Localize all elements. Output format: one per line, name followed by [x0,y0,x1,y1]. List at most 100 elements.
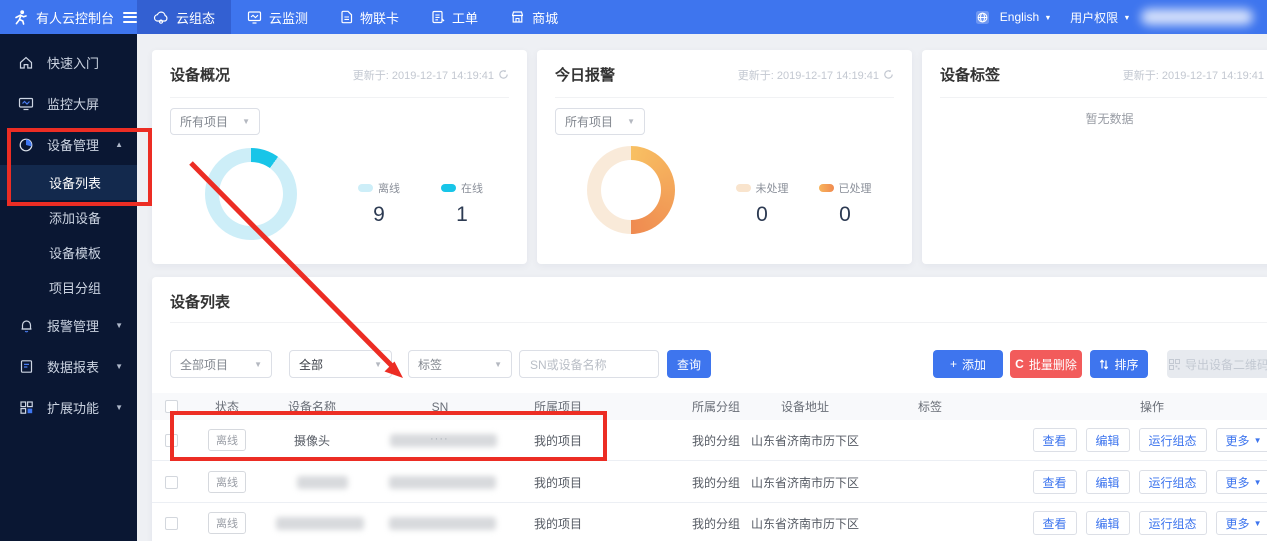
run-scada-button[interactable]: 运行组态 [1139,428,1207,452]
add-button[interactable]: + 添加 [933,350,1003,378]
sidebar-item-label: 扩展功能 [47,398,99,417]
home-icon [18,55,34,70]
caret-down-icon: ▼ [627,117,635,126]
more-button[interactable]: 更多 ▼ [1216,470,1267,494]
select-value: 所有项目 [180,113,228,130]
legend-online: 在线 1 [430,180,494,227]
filter-status-select[interactable]: 全部▼ [289,350,392,378]
language-selector[interactable]: English ▼ [1000,10,1052,24]
sidebar-item-add-device[interactable]: 添加设备 [0,200,137,235]
card-device-overview: 设备概况 更新于: 2019-12-17 14:19:41 所有项目 ▼ 离线 … [152,50,527,264]
caret-down-icon: ▼ [1045,13,1052,21]
button-label: 查看 [1043,432,1067,449]
search-button[interactable]: 查询 [667,350,711,378]
card-today-alarms: 今日报警 更新于: 2019-12-17 14:19:41 所有项目 ▼ 未处理… [537,50,912,264]
tab-label: 云组态 [176,8,215,27]
refresh-icon[interactable] [883,69,894,80]
username-blurred[interactable] [1141,9,1253,25]
legend-offline: 离线 9 [347,180,411,227]
tab-iot-card[interactable]: 物联卡 [324,0,415,34]
edit-button[interactable]: 编辑 [1086,470,1130,494]
qr-code-icon [1169,359,1180,370]
more-button[interactable]: 更多▼ [1216,428,1267,452]
device-tag [880,503,980,541]
card-updated: 更新于: 2019-12-17 14:19:41 [738,67,894,83]
panel-title: 设备列表 [170,291,230,312]
tab-label: 云监测 [269,8,308,27]
sidebar-item-device-template[interactable]: 设备模板 [0,235,137,270]
button-label: 更多 [1226,474,1250,491]
legend-swatch-processed [819,184,834,192]
button-label: 运行组态 [1149,432,1197,449]
sort-button[interactable]: 排序 [1090,350,1148,378]
button-label: 查看 [1043,515,1067,532]
select-value: 所有项目 [565,113,613,130]
caret-down-icon: ▼ [115,403,123,412]
search-placeholder: SN或设备名称 [530,356,607,373]
app-root: 有人云控制台 云组态 云监测 物联卡 工单 商城 [0,0,1267,541]
sidebar-item-data-report[interactable]: 数据报表 ▼ [0,346,137,387]
caret-down-icon: ▼ [1254,519,1262,528]
batch-delete-button[interactable]: C 批量删除 [1010,350,1082,378]
sidebar-item-label: 监控大屏 [47,94,99,113]
project-filter-select[interactable]: 所有项目 ▼ [555,108,645,135]
device-list-panel: 设备列表 全部项目 ▼ 全部▼ 标签▼ SN或设备名称 查询 + 添加 C 批量删… [152,277,1267,541]
caret-down-icon: ▼ [1254,478,1262,487]
row-checkbox[interactable] [165,434,178,447]
row-checkbox[interactable] [165,517,178,530]
caret-down-icon: ▼ [1254,436,1262,445]
tab-work-order[interactable]: 工单 [415,0,494,34]
brand-logo-icon [12,9,29,26]
search-input[interactable]: SN或设备名称 [519,350,659,378]
edit-button[interactable]: 编辑 [1086,511,1130,535]
more-button[interactable]: 更多▼ [1216,511,1267,535]
run-scada-button[interactable]: 运行组态 [1139,511,1207,535]
view-button[interactable]: 查看 [1033,428,1077,452]
topbar-right: English ▼ 用户权限 ▼ [975,0,1267,34]
table-row: 离线 摄像头 ···· 我的项目 我的分组 山东省济南市历下区 查看 编辑 运行… [152,420,1267,461]
legend-value: 1 [430,203,494,227]
refresh-icon[interactable] [498,69,509,80]
device-project: 我的项目 [508,462,608,502]
menu-toggle-icon[interactable] [123,12,137,23]
sidebar-item-device-management[interactable]: 设备管理 ▲ [0,124,137,165]
filter-project-select[interactable]: 全部项目 ▼ [170,350,272,378]
device-project: 我的项目 [508,503,608,541]
sidebar-item-quick-start[interactable]: 快速入门 [0,42,137,83]
tab-cloud-monitor[interactable]: 云监测 [231,0,324,34]
run-scada-button[interactable]: 运行组态 [1139,470,1207,494]
legend-label: 在线 [461,180,483,196]
sidebar-item-label: 设备列表 [49,173,101,192]
alarm-bell-icon [18,318,34,333]
sidebar-item-extensions[interactable]: 扩展功能 ▼ [0,387,137,428]
device-project: 我的项目 [508,420,608,460]
filter-tag-select[interactable]: 标签▼ [408,350,512,378]
button-label: 添加 [962,356,986,373]
button-label: 批量删除 [1029,356,1077,373]
caret-down-icon: ▼ [374,360,382,369]
status-badge: 离线 [208,429,246,451]
sidebar-item-alarm-management[interactable]: 报警管理 ▼ [0,305,137,346]
export-qr-button[interactable]: 导出设备二维码 [1167,350,1267,378]
card-device-tags: 设备标签 更新于: 2019-12-17 14:19:41 暂无数据 [922,50,1267,264]
language-label: English [1000,10,1039,24]
device-address: 山东省济南市历下区 [740,420,870,460]
project-filter-select[interactable]: 所有项目 ▼ [170,108,260,135]
sidebar-item-project-group[interactable]: 项目分组 [0,270,137,305]
view-button[interactable]: 查看 [1033,470,1077,494]
caret-down-icon: ▼ [254,360,262,369]
sidebar-item-monitor-screen[interactable]: 监控大屏 [0,83,137,124]
view-button[interactable]: 查看 [1033,511,1077,535]
donut-hole [601,160,661,220]
tab-mall[interactable]: 商城 [494,0,574,34]
user-permission-selector[interactable]: 用户权限 ▼ [1070,9,1131,26]
user-permission-label: 用户权限 [1070,9,1118,26]
tab-label: 工单 [452,8,478,27]
row-checkbox[interactable] [165,476,178,489]
status-badge: 离线 [208,471,246,493]
sidebar-item-device-list[interactable]: 设备列表 [0,165,137,200]
tab-cloud-scada[interactable]: 云组态 [137,0,231,34]
select-all-checkbox[interactable] [165,400,178,413]
select-value: 全部项目 [180,356,228,373]
edit-button[interactable]: 编辑 [1086,428,1130,452]
